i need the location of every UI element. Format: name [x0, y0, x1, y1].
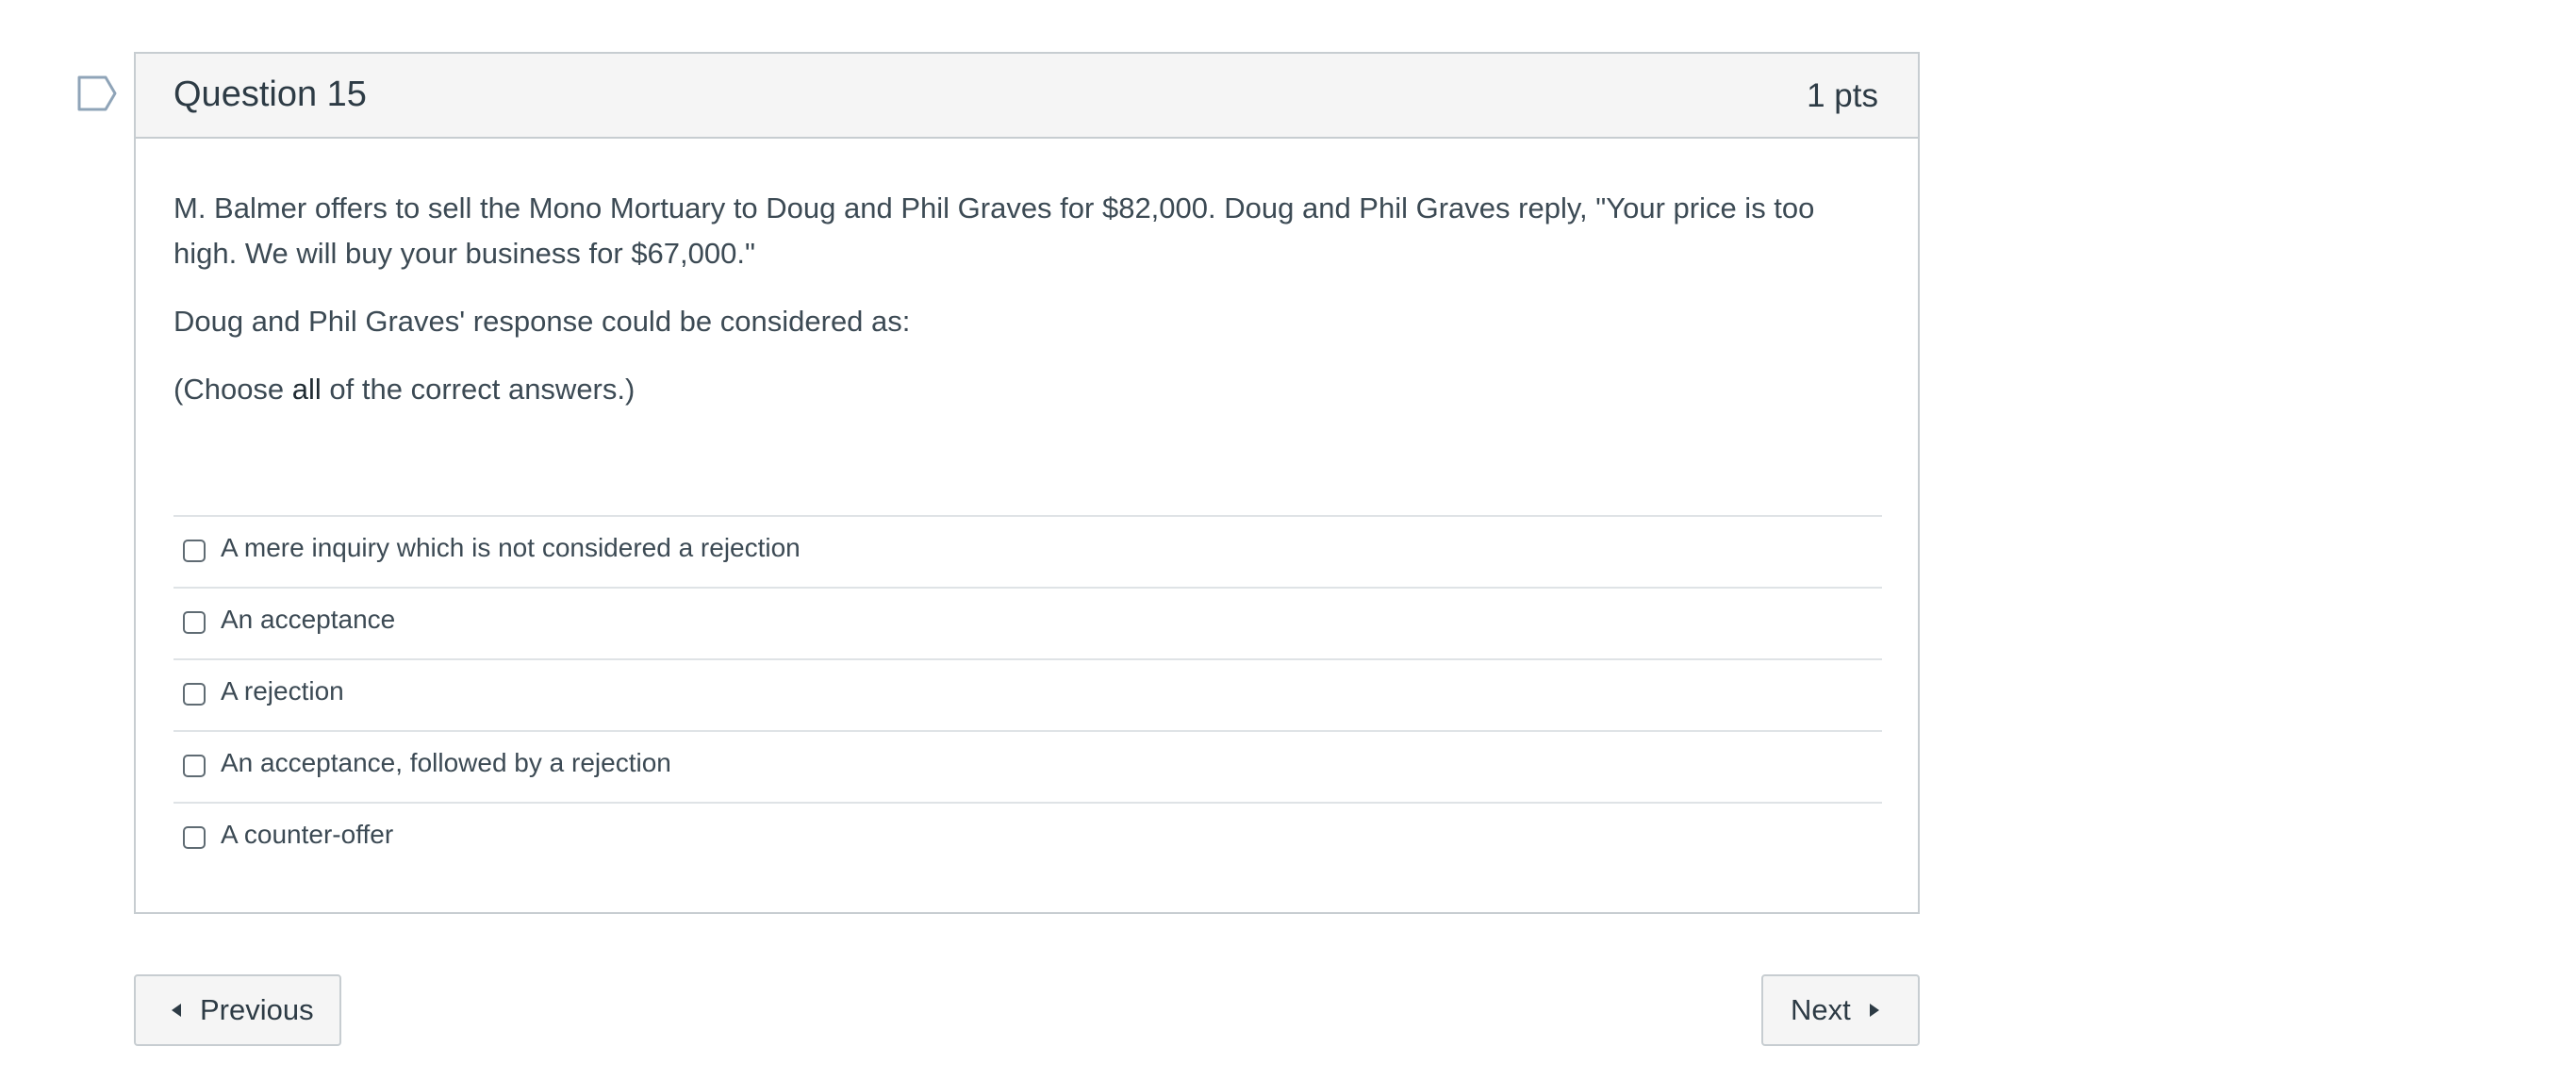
- question-header: Question 15 1 pts: [136, 54, 1918, 139]
- question-paragraph: M. Balmer offers to sell the Mono Mortua…: [173, 191, 1815, 270]
- caret-left-icon: [172, 1004, 181, 1017]
- answer-label[interactable]: A counter-offer: [221, 820, 393, 850]
- question-points: 1 pts: [1807, 77, 1878, 114]
- question-instruction: (Choose all of the correct answers.): [173, 367, 1882, 412]
- question-body: M. Balmer offers to sell the Mono Mortua…: [173, 186, 1882, 412]
- caret-right-icon: [1869, 1004, 1879, 1017]
- next-button[interactable]: Next: [1761, 974, 1920, 1046]
- answer-checkbox[interactable]: [183, 826, 206, 849]
- answer-option[interactable]: An acceptance, followed by a rejection: [173, 730, 1882, 802]
- answer-option[interactable]: A counter-offer: [173, 802, 1882, 873]
- answer-list: A mere inquiry which is not considered a…: [173, 515, 1882, 873]
- answer-checkbox[interactable]: [183, 755, 206, 777]
- answer-label[interactable]: A rejection: [221, 676, 344, 706]
- answer-option[interactable]: A rejection: [173, 658, 1882, 730]
- instruction-prefix: (Choose: [173, 373, 292, 406]
- instruction-emphasis: all: [291, 373, 322, 406]
- bookmark-flag-icon[interactable]: [77, 75, 117, 111]
- question-title: Question 15: [173, 75, 367, 114]
- answer-label[interactable]: An acceptance: [221, 605, 395, 635]
- question-prompt: Doug and Phil Graves' response could be …: [173, 305, 911, 338]
- instruction-suffix: of the correct answers.): [321, 373, 636, 406]
- answer-checkbox[interactable]: [183, 683, 206, 706]
- answer-option[interactable]: An acceptance: [173, 587, 1882, 658]
- answer-checkbox[interactable]: [183, 611, 206, 634]
- question-card: Question 15 1 pts M. Balmer offers to se…: [134, 52, 1920, 914]
- answer-option[interactable]: A mere inquiry which is not considered a…: [173, 515, 1882, 587]
- answer-label[interactable]: An acceptance, followed by a rejection: [221, 748, 671, 778]
- previous-button[interactable]: Previous: [134, 974, 341, 1046]
- next-label: Next: [1791, 993, 1851, 1026]
- answer-checkbox[interactable]: [183, 540, 206, 562]
- question-text: M. Balmer offers to sell the Mono Mortua…: [173, 186, 1882, 412]
- answer-label[interactable]: A mere inquiry which is not considered a…: [221, 533, 801, 563]
- previous-label: Previous: [200, 993, 314, 1026]
